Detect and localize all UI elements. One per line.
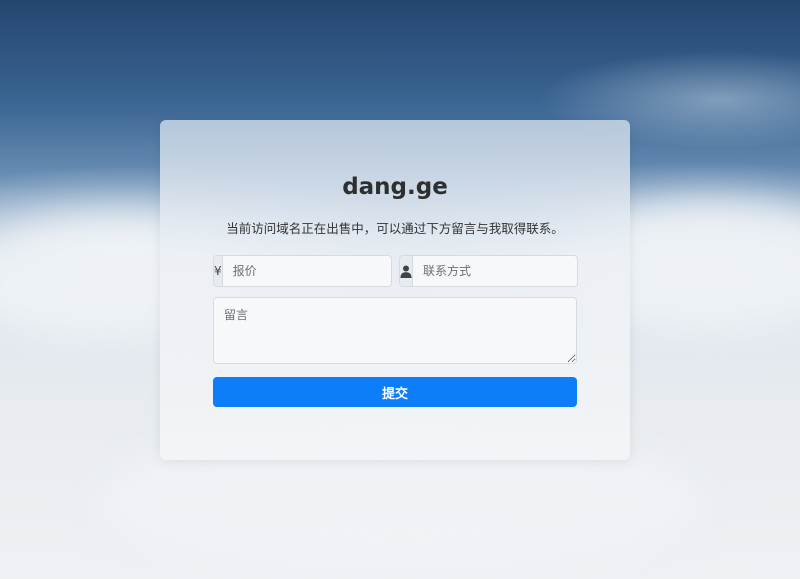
page-background: dang.ge 当前访问域名正在出售中，可以通过下方留言与我取得联系。 ¥ 提交 [0,0,800,579]
domain-title: dang.ge [342,174,448,200]
contact-input-group [399,255,578,287]
price-input-group: ¥ [213,255,392,287]
contact-input[interactable] [413,256,577,286]
submit-button[interactable]: 提交 [213,377,577,407]
domain-sale-card: dang.ge 当前访问域名正在出售中，可以通过下方留言与我取得联系。 ¥ 提交 [160,120,630,460]
price-input[interactable] [222,256,391,286]
message-textarea[interactable] [213,297,577,364]
user-icon [400,256,413,286]
sale-notice: 当前访问域名正在出售中，可以通过下方留言与我取得联系。 [226,221,564,236]
yen-icon: ¥ [214,256,223,286]
